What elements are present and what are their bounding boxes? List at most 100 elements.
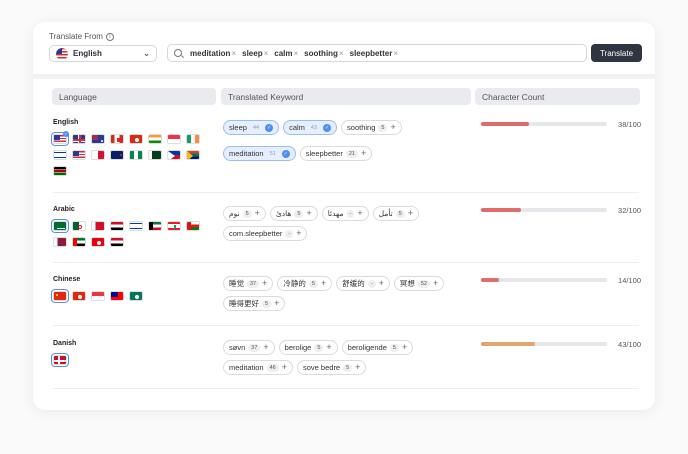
saudi-arabia-flag-icon[interactable] <box>53 221 67 231</box>
add-icon[interactable]: + <box>402 343 407 352</box>
tunisia-flag-icon[interactable] <box>91 237 105 247</box>
singapore-flag-icon[interactable] <box>167 134 181 144</box>
info-icon[interactable]: i <box>106 33 114 41</box>
translate-button[interactable]: Translate <box>591 44 642 62</box>
add-icon[interactable]: + <box>357 209 362 218</box>
hong-kong-flag-icon[interactable] <box>72 291 86 301</box>
add-icon[interactable]: + <box>326 343 331 352</box>
keyword-chip[interactable]: meditation× <box>190 49 236 58</box>
character-count-bar <box>481 342 607 346</box>
qatar-flag-icon[interactable] <box>53 237 67 247</box>
add-icon[interactable]: + <box>433 279 438 288</box>
remove-icon[interactable]: × <box>231 49 236 58</box>
keyword-pill[interactable]: soothing5+ <box>341 120 402 135</box>
hong-kong-flag-icon[interactable] <box>129 134 143 144</box>
nigeria-flag-icon[interactable] <box>129 150 143 160</box>
keyword-text: søvn <box>229 343 245 352</box>
keyword-pill[interactable]: calm43✓ <box>283 120 337 135</box>
keyword-count: 5 <box>309 280 318 288</box>
keyword-chip[interactable]: sleep× <box>242 49 268 58</box>
canada-flag-icon[interactable] <box>110 134 124 144</box>
remove-icon[interactable]: × <box>393 49 398 58</box>
add-icon[interactable]: + <box>361 149 366 158</box>
israel-flag-icon[interactable] <box>53 150 67 160</box>
remove-icon[interactable]: × <box>294 49 299 58</box>
kuwait-flag-icon[interactable] <box>148 221 162 231</box>
keyword-text: مهدئا <box>328 209 344 218</box>
keyword-count: 5 <box>262 300 271 308</box>
keyword-pill[interactable]: 冥想52+ <box>394 276 444 291</box>
keyword-pill[interactable]: sove bedre5+ <box>297 360 366 375</box>
add-icon[interactable]: + <box>306 209 311 218</box>
pakistan-flag-icon[interactable] <box>148 150 162 160</box>
egypt-flag-icon[interactable] <box>110 237 124 247</box>
uae-flag-icon[interactable] <box>72 237 86 247</box>
keyword-pill[interactable]: 冷静的5+ <box>277 276 332 291</box>
add-icon[interactable]: + <box>355 363 360 372</box>
algeria-flag-icon[interactable] <box>72 221 86 231</box>
keyword-pill[interactable]: sleepbetter21+ <box>300 146 373 161</box>
keyword-pill[interactable]: beroligende5+ <box>342 340 414 355</box>
add-icon[interactable]: + <box>255 209 260 218</box>
add-icon[interactable]: + <box>321 279 326 288</box>
malta-flag-icon[interactable] <box>91 150 105 160</box>
egypt-flag-icon[interactable] <box>110 221 124 231</box>
remove-icon[interactable]: × <box>339 49 344 58</box>
keyword-chip[interactable]: sleepbetter× <box>350 49 398 58</box>
character-count-text: 43/100 <box>609 340 641 349</box>
header-language: Language <box>52 88 216 105</box>
add-icon[interactable]: + <box>282 363 287 372</box>
add-icon[interactable]: + <box>263 343 268 352</box>
keyword-input[interactable]: meditation× sleep× calm× soothing× sleep… <box>167 44 587 62</box>
keyword-pill[interactable]: نوم5+ <box>223 206 266 221</box>
check-icon: ✓ <box>323 124 331 132</box>
keyword-pill[interactable]: meditation51✓ <box>223 146 296 161</box>
character-count-text: 38/100 <box>609 120 641 129</box>
taiwan-flag-icon[interactable] <box>110 291 124 301</box>
singapore-flag-icon[interactable] <box>91 291 105 301</box>
keyword-chip[interactable]: soothing× <box>304 49 343 58</box>
keyword-pill[interactable]: 睡得更好5+ <box>223 296 285 311</box>
keyword-chip[interactable]: calm× <box>274 49 298 58</box>
remove-icon[interactable]: × <box>264 49 269 58</box>
macau-flag-icon[interactable] <box>129 291 143 301</box>
keyword-pill[interactable]: 舒缓的-+ <box>336 276 390 291</box>
oman-flag-icon[interactable] <box>186 221 200 231</box>
keyword-pill[interactable]: هادئ5+ <box>270 206 318 221</box>
keyword-pill[interactable]: com.sleepbetter-+ <box>223 226 307 241</box>
header-character-count: Character Count <box>475 88 640 105</box>
keyword-count: 37 <box>247 280 259 288</box>
bahrain-flag-icon[interactable] <box>91 221 105 231</box>
lebanon-flag-icon[interactable] <box>167 221 181 231</box>
keyword-pill[interactable]: sleep44✓ <box>223 120 279 135</box>
add-icon[interactable]: + <box>296 229 301 238</box>
philippines-flag-icon[interactable] <box>167 150 181 160</box>
keyword-text: soothing <box>347 123 375 132</box>
ireland-flag-icon[interactable] <box>186 134 200 144</box>
israel-flag-icon[interactable] <box>129 221 143 231</box>
keyword-pill[interactable]: مهدئا-+ <box>322 206 369 221</box>
character-count-bar <box>481 208 607 212</box>
new-zealand-flag-icon[interactable] <box>110 150 124 160</box>
source-language-select[interactable]: English ⌄ <box>49 45 157 62</box>
add-icon[interactable]: + <box>379 279 384 288</box>
keyword-pill[interactable]: meditation46+ <box>223 360 293 375</box>
keyword-pill[interactable]: berolige5+ <box>279 340 338 355</box>
india-flag-icon[interactable] <box>148 134 162 144</box>
add-icon[interactable]: + <box>262 279 267 288</box>
add-icon[interactable]: + <box>390 123 395 132</box>
denmark-flag-icon[interactable] <box>53 355 67 365</box>
australia-flag-icon[interactable] <box>91 134 105 144</box>
uk-flag-icon[interactable] <box>72 134 86 144</box>
us-flag-icon[interactable] <box>72 150 86 160</box>
keyword-pill[interactable]: تأمل5+ <box>373 206 419 221</box>
flag-grid <box>53 355 200 365</box>
add-icon[interactable]: + <box>274 299 279 308</box>
keyword-pill[interactable]: 睡觉37+ <box>223 276 273 291</box>
keyword-text: meditation <box>229 363 264 372</box>
kenya-flag-icon[interactable] <box>53 166 67 176</box>
china-flag-icon[interactable] <box>53 291 67 301</box>
add-icon[interactable]: + <box>408 209 413 218</box>
keyword-pill[interactable]: søvn37+ <box>223 340 275 355</box>
south-africa-flag-icon[interactable] <box>186 150 200 160</box>
